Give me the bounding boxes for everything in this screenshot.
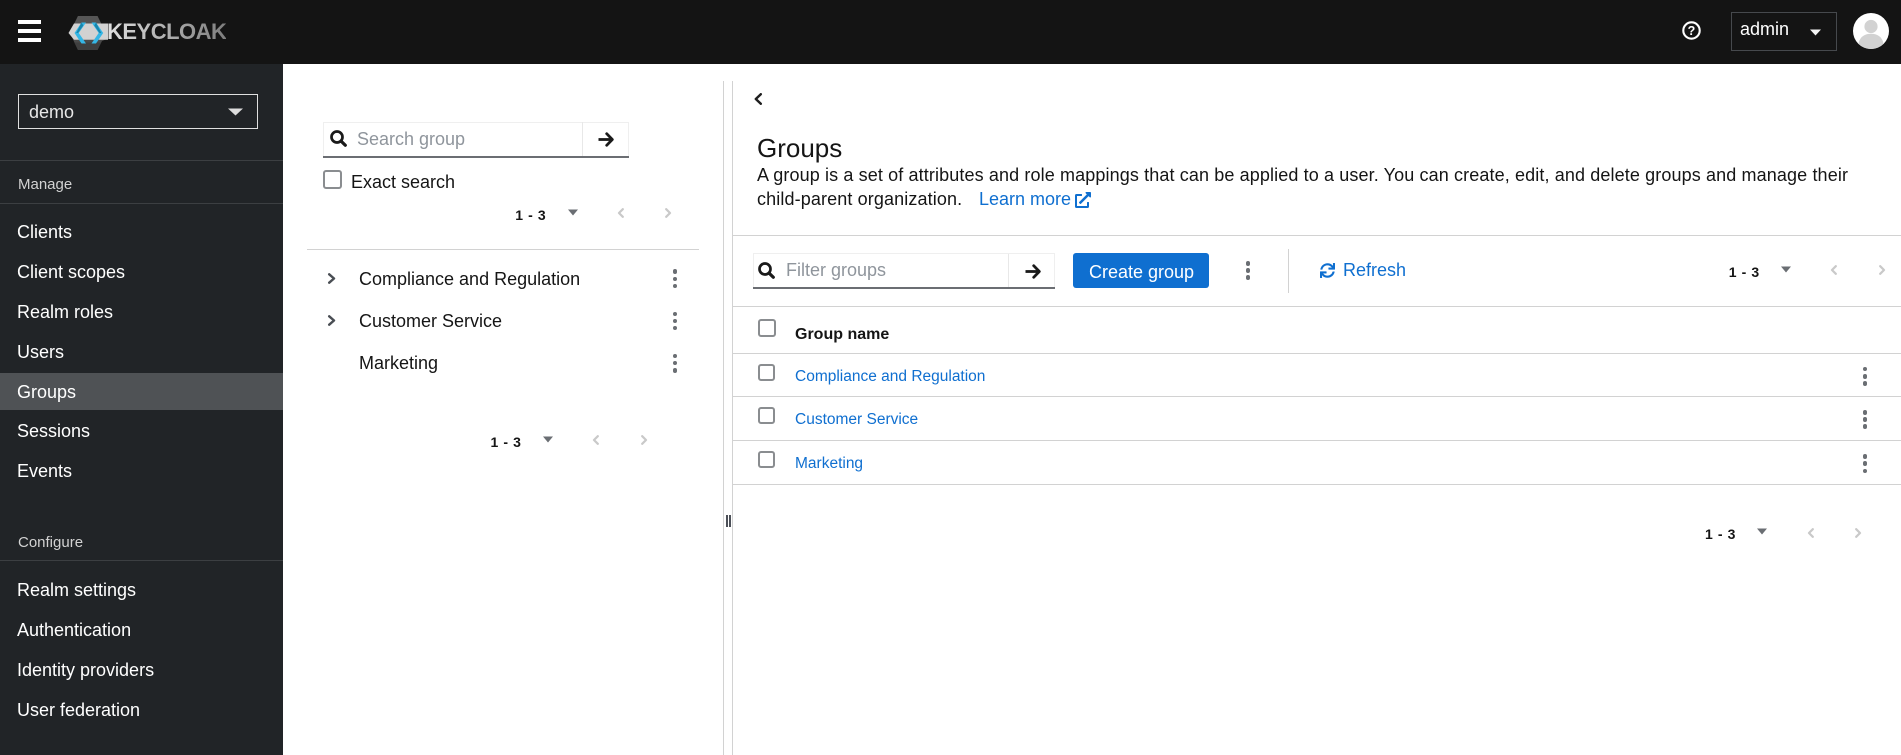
svg-text:?: ?	[1688, 24, 1696, 38]
